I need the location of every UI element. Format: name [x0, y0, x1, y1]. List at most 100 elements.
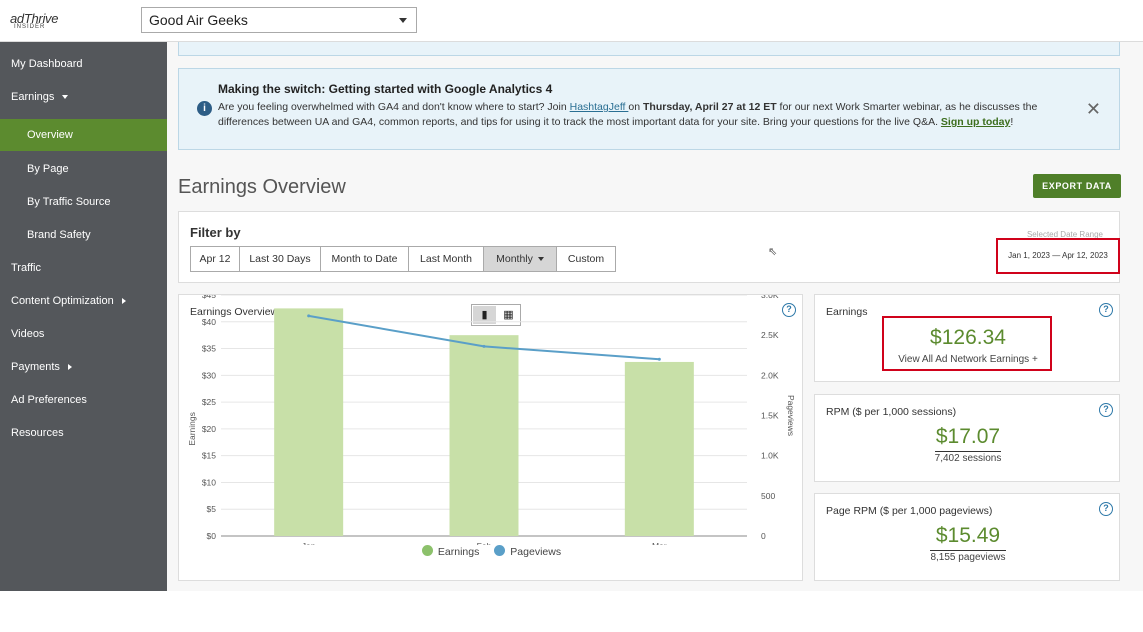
- caret-down-icon: [62, 95, 69, 100]
- legend-label: Earnings: [437, 546, 480, 558]
- help-icon[interactable]: ?: [1099, 403, 1113, 417]
- sidebar-item-label: Earnings: [11, 91, 55, 103]
- sidebar-item-brand-safety[interactable]: Brand Safety: [0, 219, 167, 251]
- banner-title: Making the switch: Getting started with …: [218, 82, 553, 96]
- ga4-announcement-banner: i Making the switch: Getting started wit…: [178, 68, 1120, 150]
- legend-label: Pageviews: [510, 546, 562, 558]
- sidebar-item-label: Overview: [27, 129, 73, 141]
- earnings-value: $126.34: [930, 326, 1006, 349]
- rpm-stat-title: RPM ($ per 1,000 sessions): [826, 406, 957, 418]
- pageviews-count: 8,155 pageviews: [930, 550, 1006, 563]
- chart-legend: Earnings Pageviews: [179, 545, 804, 558]
- export-data-button[interactable]: EXPORT DATA: [1033, 174, 1121, 198]
- selected-date-range[interactable]: Jan 1, 2023 — Apr 12, 2023: [996, 238, 1120, 274]
- page-rpm-stat-card: Page RPM ($ per 1,000 pageviews) ? $15.4…: [814, 493, 1120, 581]
- site-selector[interactable]: Good Air Geeks: [141, 7, 417, 33]
- filter-monthly-dropdown[interactable]: Monthly: [483, 246, 557, 272]
- sidebar-item-payments[interactable]: Payments: [0, 351, 167, 383]
- sidebar-item-label: By Traffic Source: [27, 196, 111, 208]
- earnings-chart-card: Earnings Overview ▮ ▦ ? $0 $5 $10 $15 $20 $25…: [178, 294, 803, 581]
- mouse-cursor-icon: ⇖: [768, 246, 778, 258]
- pageviews-point: [482, 344, 486, 348]
- pageviews-point: [307, 314, 311, 318]
- sidebar-item-overview[interactable]: Overview: [0, 119, 167, 151]
- y-tick-label: $15: [202, 451, 216, 461]
- banner-text: !: [1010, 116, 1014, 128]
- filter-last-30-days-button[interactable]: Last 30 Days: [239, 246, 321, 272]
- page-title: Earnings Overview: [178, 176, 346, 198]
- filter-custom-button[interactable]: Custom: [556, 246, 616, 272]
- sidebar-item-label: Content Optimization: [11, 295, 114, 307]
- filter-panel: Filter by Apr 12 Last 30 Days Month to D…: [178, 211, 1120, 283]
- sidebar-item-resources[interactable]: Resources: [0, 417, 167, 449]
- filter-month-to-date-button[interactable]: Month to Date: [320, 246, 409, 272]
- y-tick-label: $0: [207, 531, 217, 541]
- sidebar-item-traffic[interactable]: Traffic: [0, 252, 167, 284]
- sidebar-item-ad-preferences[interactable]: Ad Preferences: [0, 384, 167, 416]
- view-all-network-earnings-link[interactable]: View All Ad Network Earnings +: [815, 354, 1121, 365]
- bar-mar: [624, 361, 694, 536]
- sidebar-item-earnings[interactable]: Earnings: [0, 81, 167, 113]
- info-icon: i: [197, 101, 212, 116]
- banner-text: Are you feeling overwhelmed with GA4 and…: [218, 101, 570, 113]
- filter-title: Filter by: [190, 225, 241, 240]
- y2-tick-label: 1.0K: [761, 451, 779, 461]
- sidebar: My Dashboard Earnings Overview By Page B…: [0, 42, 167, 591]
- sidebar-item-label: By Page: [27, 163, 69, 175]
- chevron-down-icon: [399, 18, 407, 23]
- webinar-date: Thursday, April 27 at 12 ET: [643, 101, 777, 113]
- banner-text: on: [628, 101, 643, 113]
- y2-tick-label: 2.5K: [761, 330, 779, 340]
- main-content: i Making the switch: Getting started wit…: [167, 42, 1143, 591]
- sidebar-item-label: My Dashboard: [11, 58, 83, 70]
- legend-item-earnings[interactable]: Earnings: [421, 545, 480, 558]
- y2-tick-label: 3.0K: [761, 295, 779, 300]
- y-tick-label: $10: [202, 477, 216, 487]
- sidebar-item-by-page[interactable]: By Page: [0, 153, 167, 185]
- legend-item-pageviews[interactable]: Pageviews: [494, 545, 562, 558]
- page-rpm-stat-title: Page RPM ($ per 1,000 pageviews): [826, 505, 993, 517]
- sign-up-link[interactable]: Sign up today: [941, 116, 1010, 128]
- rpm-stat-card: RPM ($ per 1,000 sessions) ? $17.07 7,40…: [814, 394, 1120, 482]
- page-bottom: [0, 591, 1143, 632]
- y-axis-title: Earnings: [187, 412, 197, 446]
- y2-tick-label: 0: [761, 531, 766, 541]
- sidebar-item-label: Ad Preferences: [11, 394, 87, 406]
- site-selector-value: Good Air Geeks: [149, 12, 248, 28]
- y-tick-label: $35: [202, 344, 216, 354]
- sidebar-item-label: Payments: [11, 361, 60, 373]
- help-icon[interactable]: ?: [1099, 303, 1113, 317]
- bar-feb: [449, 335, 519, 536]
- sidebar-item-my-dashboard[interactable]: My Dashboard: [0, 48, 167, 80]
- pageviews-point: [657, 357, 661, 361]
- y-tick-label: $25: [202, 397, 216, 407]
- previous-banner-edge: [178, 42, 1120, 56]
- sidebar-item-label: Videos: [11, 328, 45, 340]
- sidebar-item-videos[interactable]: Videos: [0, 318, 167, 350]
- y2-axis-title: Pageviews: [786, 395, 796, 436]
- hashtagjeff-link[interactable]: HashtagJeff: [570, 101, 629, 113]
- adthrive-logo[interactable]: adThrive INSIDER: [10, 9, 58, 33]
- filter-last-month-button[interactable]: Last Month: [408, 246, 484, 272]
- legend-dot: [421, 545, 433, 556]
- filter-monthly-label: Monthly: [496, 253, 533, 265]
- rpm-caption: 7,402 sessions: [815, 451, 1121, 464]
- earnings-stat-title: Earnings: [826, 306, 868, 318]
- sidebar-item-label: Brand Safety: [27, 229, 91, 241]
- filter-today-button[interactable]: Apr 12: [190, 246, 240, 272]
- bar-jan: [274, 308, 344, 536]
- close-icon[interactable]: ✕: [1086, 99, 1101, 120]
- help-icon[interactable]: ?: [1099, 502, 1113, 516]
- earnings-chart: $0 $5 $10 $15 $20 $25 $30 $35 $40 $45 0 500 1.0K 1.5K…: [187, 295, 796, 545]
- sidebar-item-content-optimization[interactable]: Content Optimization: [0, 285, 167, 317]
- chevron-down-icon: [537, 257, 544, 262]
- page-rpm-caption: 8,155 pageviews: [815, 550, 1121, 563]
- top-bar: adThrive INSIDER Good Air Geeks: [0, 0, 1143, 42]
- sidebar-item-by-traffic-source[interactable]: By Traffic Source: [0, 186, 167, 218]
- y2-tick-label: 2.0K: [761, 370, 779, 380]
- y2-tick-label: 1.5K: [761, 411, 779, 421]
- y-tick-label: $30: [202, 370, 216, 380]
- sessions-count: 7,402 sessions: [934, 451, 1002, 464]
- caret-right-icon: [121, 298, 126, 305]
- y2-tick-label: 500: [761, 491, 775, 501]
